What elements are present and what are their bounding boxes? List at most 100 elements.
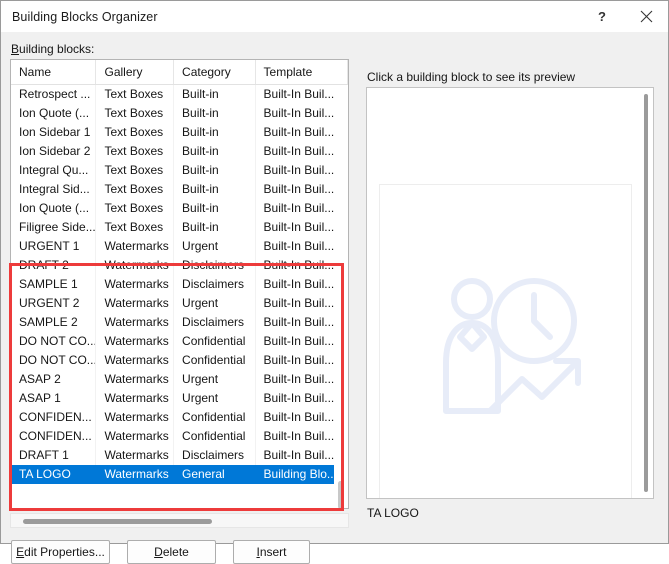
cell-gallery: Text Boxes: [96, 161, 175, 180]
close-icon[interactable]: [624, 1, 668, 32]
cell-gallery: Watermarks: [96, 408, 175, 427]
list-horizontal-scrollbar-thumb[interactable]: [23, 519, 212, 524]
cell-name: DRAFT 1: [11, 446, 97, 465]
preview-page: [379, 184, 632, 498]
cell-name: DO NOT CO...: [11, 351, 97, 370]
cell-gallery: Watermarks: [96, 427, 175, 446]
cell-category: Built-in: [174, 104, 256, 123]
list-header-row: Name Gallery Category Template: [11, 60, 348, 85]
table-row[interactable]: Filigree Side... Text Boxes Built-in Built-…: [11, 218, 348, 237]
cell-gallery: Text Boxes: [96, 142, 175, 161]
column-header-category[interactable]: Category: [174, 60, 256, 84]
list-vertical-scrollbar[interactable]: [334, 85, 348, 508]
cell-gallery: Text Boxes: [96, 218, 175, 237]
column-header-name[interactable]: Name: [11, 60, 97, 84]
cell-name: Integral Sid...: [11, 180, 97, 199]
column-header-gallery[interactable]: Gallery: [96, 60, 175, 84]
preview-caption: TA LOGO: [367, 506, 419, 520]
building-blocks-label: Building blocks:: [11, 42, 95, 56]
table-row[interactable]: ASAP 2 Watermarks Urgent Built-In Buil...: [11, 370, 348, 389]
building-blocks-label-rest: uilding blocks:: [19, 42, 95, 56]
window-title: Building Blocks Organizer: [12, 9, 158, 24]
table-row[interactable]: SAMPLE 1 Watermarks Disclaimers Built-In Bu…: [11, 275, 348, 294]
cell-gallery: Watermarks: [96, 256, 175, 275]
list-horizontal-scrollbar[interactable]: [10, 513, 349, 528]
table-row[interactable]: DRAFT 1 Watermarks Disclaimers Built-In Bui…: [11, 446, 348, 465]
cell-category: Built-in: [174, 199, 256, 218]
title-bar: Building Blocks Organizer ?: [1, 1, 668, 32]
cell-category: Urgent: [174, 370, 256, 389]
cell-gallery: Watermarks: [96, 275, 175, 294]
cell-gallery: Text Boxes: [96, 85, 175, 104]
table-row[interactable]: CONFIDEN... Watermarks Confidential Built-I…: [11, 427, 348, 446]
cell-name: SAMPLE 2: [11, 313, 97, 332]
cell-gallery: Text Boxes: [96, 180, 175, 199]
preview-vertical-scrollbar[interactable]: [639, 88, 653, 498]
cell-category: Built-in: [174, 218, 256, 237]
table-row[interactable]: ASAP 1 Watermarks Urgent Built-In Buil...: [11, 389, 348, 408]
cell-gallery: Watermarks: [96, 237, 175, 256]
cell-category: Disclaimers: [174, 446, 256, 465]
preview-vertical-scrollbar-thumb[interactable]: [644, 94, 648, 492]
cell-category: Urgent: [174, 237, 256, 256]
table-row[interactable]: SAMPLE 2 Watermarks Disclaimers Built-In Bu…: [11, 313, 348, 332]
table-row[interactable]: Ion Sidebar 2 Text Boxes Built-in Built-In …: [11, 142, 348, 161]
preview-pane: [366, 87, 654, 499]
cell-name: Ion Sidebar 1: [11, 123, 97, 142]
edit-properties-button-label: dit Properties...: [24, 545, 105, 559]
cell-category: Disclaimers: [174, 313, 256, 332]
help-icon[interactable]: ?: [580, 1, 624, 32]
cell-category: Disclaimers: [174, 275, 256, 294]
dialog-content: Building blocks: Name Gallery Category T…: [1, 32, 668, 564]
cell-gallery: Watermarks: [96, 351, 175, 370]
cell-gallery: Watermarks: [96, 370, 175, 389]
cell-category: General: [174, 465, 256, 484]
cell-category: Built-in: [174, 142, 256, 161]
cell-name: TA LOGO: [11, 465, 97, 484]
building-blocks-organizer-dialog: Building Blocks Organizer ? Building blo…: [0, 0, 669, 564]
table-row[interactable]: Retrospect ... Text Boxes Built-in Built-In…: [11, 85, 348, 104]
cell-category: Built-in: [174, 180, 256, 199]
table-row[interactable]: CONFIDEN... Watermarks Confidential Built-I…: [11, 408, 348, 427]
table-row[interactable]: URGENT 1 Watermarks Urgent Built-In Buil...: [11, 237, 348, 256]
cell-gallery: Text Boxes: [96, 123, 175, 142]
cell-name: CONFIDEN...: [11, 427, 97, 446]
cell-gallery: Watermarks: [96, 446, 175, 465]
table-row[interactable]: URGENT 2 Watermarks Urgent Built-In Buil...: [11, 294, 348, 313]
cell-category: Confidential: [174, 408, 256, 427]
cell-category: Confidential: [174, 332, 256, 351]
cell-name: URGENT 2: [11, 294, 97, 313]
list-vertical-scrollbar-thumb[interactable]: [338, 481, 343, 508]
cell-name: Integral Qu...: [11, 161, 97, 180]
table-row[interactable]: Integral Qu... Text Boxes Built-in Built-In…: [11, 161, 348, 180]
delete-button-label: elete: [162, 545, 189, 559]
table-row[interactable]: Integral Sid... Text Boxes Built-in Built-I…: [11, 180, 348, 199]
cell-name: ASAP 2: [11, 370, 97, 389]
cell-category: Disclaimers: [174, 256, 256, 275]
cell-name: DRAFT 2: [11, 256, 97, 275]
cell-category: Confidential: [174, 351, 256, 370]
cell-gallery: Watermarks: [96, 389, 175, 408]
cell-category: Urgent: [174, 294, 256, 313]
list-rows: Retrospect ... Text Boxes Built-in Built-In…: [11, 85, 348, 484]
cell-category: Urgent: [174, 389, 256, 408]
cell-name: Filigree Side...: [11, 218, 97, 237]
column-header-template[interactable]: Template: [256, 60, 348, 84]
table-row[interactable]: DO NOT CO... Watermarks Confidential Built-…: [11, 332, 348, 351]
table-row[interactable]: Ion Quote (... Text Boxes Built-in Built-In…: [11, 199, 348, 218]
table-row[interactable]: TA LOGO Watermarks General Building Blo...: [11, 465, 348, 484]
preview-instruction-label: Click a building block to see its previe…: [367, 70, 576, 84]
cell-category: Built-in: [174, 161, 256, 180]
table-row[interactable]: DO NOT CO... Watermarks Confidential Built-…: [11, 351, 348, 370]
cell-name: Ion Quote (...: [11, 104, 97, 123]
building-blocks-list[interactable]: Name Gallery Category Template Retrospec…: [10, 59, 349, 509]
cell-name: Retrospect ...: [11, 85, 97, 104]
table-row[interactable]: Ion Quote (... Text Boxes Built-in Built-In…: [11, 104, 348, 123]
person-clock-growth-arrow-logo: [443, 278, 581, 414]
table-row[interactable]: DRAFT 2 Watermarks Disclaimers Built-In Bui…: [11, 256, 348, 275]
cell-gallery: Text Boxes: [96, 199, 175, 218]
cell-category: Confidential: [174, 427, 256, 446]
table-row[interactable]: Ion Sidebar 1 Text Boxes Built-in Built-In …: [11, 123, 348, 142]
cell-gallery: Watermarks: [96, 313, 175, 332]
insert-button-label: nsert: [259, 545, 287, 559]
